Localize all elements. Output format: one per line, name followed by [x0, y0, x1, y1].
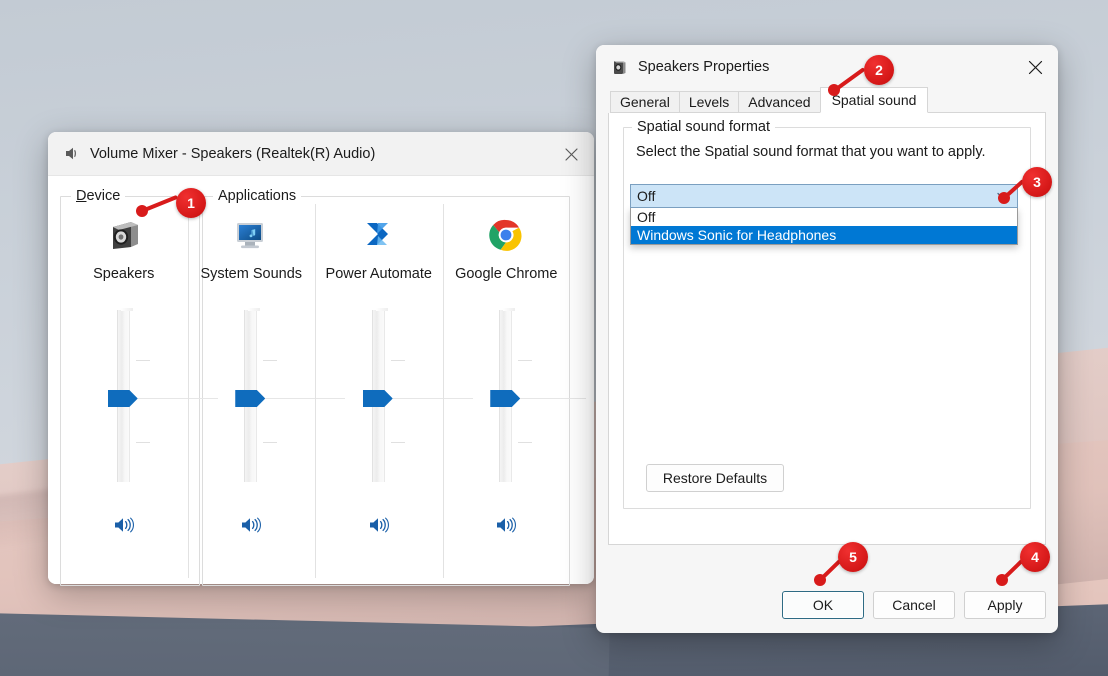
- spatial-sound-combo-wrapper: Off Off Windows Sonic for Headphones: [630, 184, 1018, 245]
- tab-levels[interactable]: Levels: [679, 91, 739, 113]
- dropdown-option-sonic[interactable]: Windows Sonic for Headphones: [631, 226, 1017, 244]
- tab-general[interactable]: General: [610, 91, 680, 113]
- volume-on-icon[interactable]: [237, 512, 265, 538]
- slider-tick-high: [391, 360, 405, 361]
- volume-slider-google-chrome[interactable]: [486, 310, 526, 482]
- speakers-properties-body: General Levels Advanced Spatial sound Sp…: [596, 89, 1058, 633]
- volume-mixer-title: Volume Mixer - Speakers (Realtek(R) Audi…: [90, 146, 375, 162]
- volume-slider-system-sounds[interactable]: [231, 310, 271, 482]
- chevron-down-icon[interactable]: [997, 188, 1010, 204]
- speakers-properties-titlebar: Speakers Properties: [596, 45, 1058, 89]
- speaker-small-icon: [610, 58, 628, 76]
- slider-tick-high: [263, 360, 277, 361]
- google-chrome-icon: [487, 210, 525, 254]
- slider-guideline: [520, 398, 586, 399]
- mixer-channel-speakers: Speakers: [60, 196, 188, 586]
- power-automate-icon: [360, 210, 398, 254]
- spatial-sound-format-label: Spatial sound format: [632, 119, 775, 135]
- spatial-sound-tabpage: Spatial sound format Select the Spatial …: [608, 113, 1046, 545]
- slider-thumb[interactable]: [363, 390, 393, 407]
- volume-mixer-body: Device Applications: [48, 176, 594, 584]
- apply-button[interactable]: Apply: [964, 591, 1046, 619]
- slider-tick-low: [391, 442, 405, 443]
- volume-on-icon[interactable]: [365, 512, 393, 538]
- volume-mixer-window: Volume Mixer - Speakers (Realtek(R) Audi…: [48, 132, 594, 584]
- tab-advanced[interactable]: Advanced: [738, 91, 820, 113]
- channel-label: Speakers: [93, 266, 154, 282]
- speakers-properties-window: Speakers Properties General Levels Advan…: [596, 45, 1058, 633]
- ok-button[interactable]: OK: [782, 591, 864, 619]
- slider-tick-low: [263, 442, 277, 443]
- mixer-channel-power-automate: Power Automate: [315, 196, 443, 586]
- channel-label: Google Chrome: [455, 266, 557, 282]
- cancel-button[interactable]: Cancel: [873, 591, 955, 619]
- slider-thumb[interactable]: [235, 390, 265, 407]
- mixer-columns: Speakers: [60, 196, 570, 586]
- volume-slider-power-automate[interactable]: [359, 310, 399, 482]
- desktop-wallpaper: Volume Mixer - Speakers (Realtek(R) Audi…: [0, 0, 1108, 676]
- spatial-sound-combobox[interactable]: Off: [630, 184, 1018, 208]
- slider-thumb[interactable]: [108, 390, 138, 407]
- tab-spatial-sound[interactable]: Spatial sound: [820, 87, 929, 113]
- spatial-sound-dropdown-list: Off Windows Sonic for Headphones: [630, 208, 1018, 245]
- volume-mixer-titlebar: Volume Mixer - Speakers (Realtek(R) Audi…: [48, 132, 594, 176]
- speaker-small-icon: [62, 145, 80, 163]
- combobox-selected-value: Off: [637, 188, 655, 204]
- system-sounds-icon: [232, 210, 270, 254]
- mixer-channel-system-sounds: System Sounds: [188, 196, 316, 586]
- dialog-footer: OK Cancel Apply: [782, 591, 1046, 619]
- dropdown-option-off[interactable]: Off: [631, 208, 1017, 226]
- close-icon[interactable]: [1012, 45, 1058, 89]
- volume-on-icon[interactable]: [492, 512, 520, 538]
- spatial-sound-description: Select the Spatial sound format that you…: [636, 144, 986, 160]
- volume-on-icon[interactable]: [110, 512, 138, 538]
- slider-tick-low: [136, 442, 150, 443]
- restore-defaults-button[interactable]: Restore Defaults: [646, 464, 784, 492]
- volume-slider-speakers[interactable]: [104, 310, 144, 482]
- slider-tick-high: [136, 360, 150, 361]
- mixer-channel-google-chrome: Google Chrome: [443, 196, 571, 586]
- spatial-sound-format-groupbox: Spatial sound format Select the Spatial …: [623, 127, 1031, 509]
- close-icon[interactable]: [548, 132, 594, 176]
- channel-label: System Sounds: [200, 266, 302, 282]
- channel-label: Power Automate: [326, 266, 432, 282]
- speaker-box-icon: [105, 210, 143, 254]
- slider-tick-low: [518, 442, 532, 443]
- speakers-properties-title: Speakers Properties: [638, 59, 769, 75]
- tabstrip: General Levels Advanced Spatial sound: [610, 89, 1046, 113]
- slider-tick-high: [518, 360, 532, 361]
- slider-thumb[interactable]: [490, 390, 520, 407]
